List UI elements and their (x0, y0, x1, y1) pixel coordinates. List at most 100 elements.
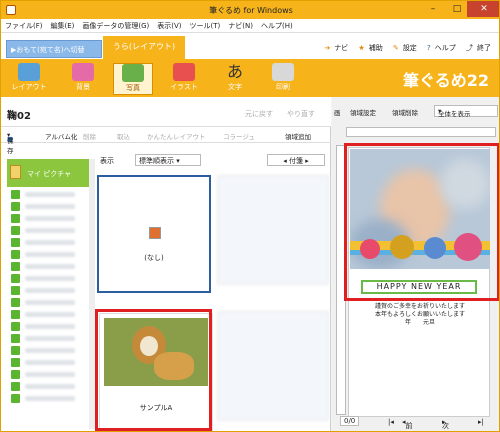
document-bar: 鞠02 元に戻す やり直す (1, 97, 331, 127)
tab-bar: ▶おもて(宛て名)へ切替 うら(レイアウト) ➔ ナビ ★ 補助 ✎ 設定 ? ヘルプ … (1, 33, 499, 59)
greeting-message: 謹賀のご多幸をお祈りいたします 本年もよろしくお願いいたします 年 元旦 (374, 303, 465, 326)
page-counter: 0/0 (340, 416, 360, 426)
exit-link[interactable]: ⤴ 終了 (462, 44, 491, 52)
layout-icon (18, 63, 40, 81)
help-link[interactable]: ? ヘルプ (423, 44, 456, 52)
tree-item[interactable] (7, 201, 89, 212)
view-label: 表示 (100, 157, 114, 165)
collage-button[interactable]: コラージュ (223, 131, 255, 141)
tab-back[interactable]: うら(レイアウト) (103, 36, 185, 59)
text-icon: あ (226, 62, 243, 81)
tree-item[interactable] (7, 225, 89, 236)
document-name: 鞠02 (7, 111, 31, 122)
menu-image-data[interactable]: 画像データの管理(G) (78, 19, 153, 31)
navi-link[interactable]: ➔ ナビ (320, 44, 348, 52)
image-card-none[interactable]: (なし) (97, 175, 211, 293)
prev-page-button[interactable]: ◂前へ (402, 418, 413, 430)
printer-icon (272, 63, 294, 81)
ribbon-print[interactable]: 印刷 (263, 63, 303, 95)
last-page-button[interactable]: ▸| (478, 418, 484, 426)
page-nav: 0/0 |◂ ◂前へ 次へ▸ ▸| (332, 415, 499, 430)
easy-layout-button[interactable]: かんたんレイアウト (147, 131, 206, 141)
folder-tree (7, 189, 89, 417)
horizontal-ruler (346, 127, 496, 137)
card-caption: (なし) (144, 254, 164, 262)
tree-item[interactable] (7, 309, 89, 320)
tree-item[interactable] (7, 357, 89, 368)
image-placeholder-icon (149, 227, 161, 239)
tag-select[interactable]: ◂ 付箋 ▸ (267, 154, 325, 166)
ribbon: レイアウト 背景 写真 イラスト あ 文字 印刷 筆ぐるめ22 (1, 59, 499, 97)
folder-icon (10, 165, 21, 179)
tree-item[interactable] (7, 249, 89, 260)
preview-toolbar: 画 領域設定 領域削除 全体を表示 ▾ (332, 105, 499, 119)
app-window: 筆ぐるめ for Windows – □ ✕ ファイル(F) 編集(E) 画像データ… (0, 0, 500, 432)
area-delete-button[interactable]: 領域削除 (392, 107, 418, 117)
arrow-icon: ➔ (324, 44, 331, 52)
minimize-button[interactable]: – (421, 1, 445, 17)
ribbon-layout[interactable]: レイアウト (9, 63, 49, 95)
image-browser: 鞠02 元に戻す やり直す ■ 保存 ▾ アルバム化 削除 取込 かんたんレイアウト… (1, 97, 331, 431)
highlight-box (95, 309, 212, 431)
view-bar: 表示 標準順表示 ▾ ◂ 付箋 ▸ (97, 153, 331, 167)
menu-bar: ファイル(F) 編集(E) 画像データの管理(G) 表示(V) ツール(T) ナビ(N) ヘ… (1, 19, 499, 33)
image-toolbar: ■ 保存 ▾ アルバム化 削除 取込 かんたんレイアウト コラージュ 領域追加 (1, 127, 331, 155)
tree-item[interactable] (7, 393, 89, 404)
import-button[interactable]: 取込 (117, 131, 130, 141)
next-page-button[interactable]: 次へ▸ (442, 418, 449, 430)
add-area-button[interactable]: 領域追加 (285, 131, 311, 141)
album-title: マイ ピクチャ (27, 170, 72, 178)
menu-view[interactable]: 表示(V) (153, 19, 185, 31)
tree-item[interactable] (7, 285, 89, 296)
wrench-icon: ✎ (392, 44, 399, 52)
ribbon-illust[interactable]: イラスト (164, 63, 204, 95)
assist-link[interactable]: ★ 補助 (354, 44, 382, 52)
tree-item[interactable] (7, 237, 89, 248)
menu-help[interactable]: ヘルプ(H) (257, 19, 297, 31)
tree-item[interactable] (7, 333, 89, 344)
background-icon (72, 63, 94, 81)
album-header[interactable]: マイ ピクチャ (7, 159, 89, 187)
ribbon-background[interactable]: 背景 (63, 63, 103, 95)
tree-item[interactable] (7, 297, 89, 308)
undo-button[interactable]: 元に戻す (245, 109, 273, 119)
app-logo: 筆ぐるめ22 (403, 71, 489, 90)
star-icon: ★ (358, 44, 365, 52)
blurred-card (217, 175, 329, 285)
menu-file[interactable]: ファイル(F) (1, 19, 47, 31)
area-settings-button[interactable]: 領域設定 (350, 107, 376, 117)
image-button[interactable]: 画 (334, 107, 341, 117)
settings-link[interactable]: ✎ 設定 (389, 44, 417, 52)
zoom-select[interactable]: 全体を表示 ▾ (434, 105, 498, 118)
maximize-button[interactable]: □ (445, 1, 469, 17)
close-button[interactable]: ✕ (467, 1, 499, 17)
title-bar: 筆ぐるめ for Windows – □ ✕ (1, 1, 499, 19)
tree-item[interactable] (7, 261, 89, 272)
menu-navi[interactable]: ナビ(N) (224, 19, 257, 31)
tree-item[interactable] (7, 213, 89, 224)
first-page-button[interactable]: |◂ (388, 418, 394, 426)
save-button[interactable]: ■ 保存 ▾ (7, 131, 14, 155)
question-icon: ? (427, 44, 431, 52)
tab-front[interactable]: ▶おもて(宛て名)へ切替 (6, 40, 102, 58)
menu-tools[interactable]: ツール(T) (186, 19, 225, 31)
tree-item[interactable] (7, 381, 89, 392)
tree-item[interactable] (7, 273, 89, 284)
redo-button[interactable]: やり直す (287, 109, 315, 119)
watermelon-icon (173, 63, 195, 81)
tree-item[interactable] (7, 321, 89, 332)
preview-pane: 画 領域設定 領域削除 全体を表示 ▾ HAPPY NEW YEAR 謹賀のご多… (332, 97, 499, 431)
ribbon-photo[interactable]: 写真 (113, 63, 153, 95)
ribbon-text[interactable]: あ 文字 (215, 63, 255, 95)
sort-select[interactable]: 標準順表示 ▾ (135, 154, 201, 166)
tree-item[interactable] (7, 345, 89, 356)
exit-icon: ⤴ (466, 44, 473, 52)
album-button[interactable]: アルバム化 (45, 131, 77, 141)
help-links: ➔ ナビ ★ 補助 ✎ 設定 ? ヘルプ ⤴ 終了 (316, 43, 491, 53)
tree-item[interactable] (7, 189, 89, 200)
highlight-box (344, 143, 499, 301)
photo-icon (122, 64, 144, 82)
menu-edit[interactable]: 編集(E) (47, 19, 79, 31)
delete-button[interactable]: 削除 (83, 131, 96, 141)
tree-item[interactable] (7, 369, 89, 380)
